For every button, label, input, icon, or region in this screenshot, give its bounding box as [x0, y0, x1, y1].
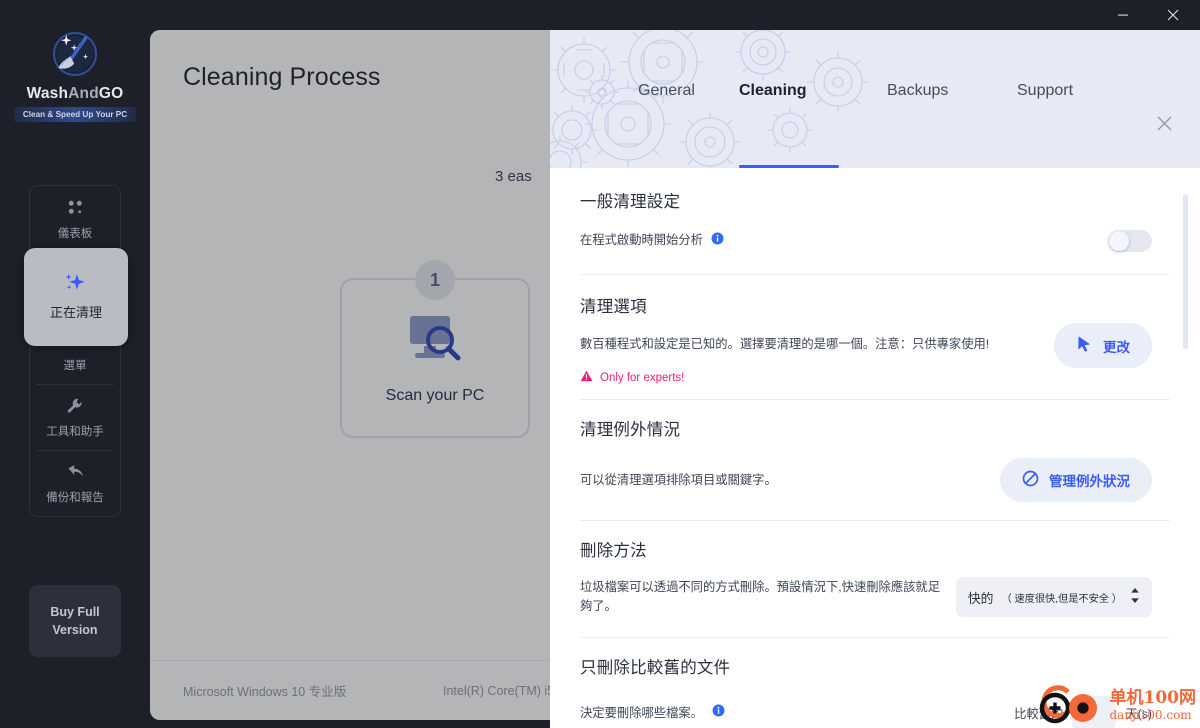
select-value-note: （ 速度很快,但是不安全 ）: [1001, 593, 1122, 605]
buy-button-line2: Version: [52, 623, 98, 637]
close-icon: [1167, 9, 1179, 21]
experts-warning: Only for experts!: [580, 370, 989, 385]
wrench-icon: [66, 396, 84, 416]
section-description: 在程式啟動時開始分析: [580, 233, 703, 248]
danji100-logo-icon: [1039, 685, 1097, 724]
buy-button-line1: Buy Full: [50, 604, 100, 619]
settings-dialog: General Cleaning Backups Support 一般清理設定 …: [550, 30, 1200, 728]
start-analysis-on-launch-toggle[interactable]: [1108, 230, 1152, 252]
sparkle-icon: [63, 273, 89, 293]
section-cleaning-exceptions: 清理例外情況 可以從清理選項排除項目或關鍵字。 管理例外狀況: [550, 400, 1200, 503]
tab-general[interactable]: General: [638, 82, 695, 116]
deletion-method-select[interactable]: 快的 （ 速度很快,但是不安全 ）: [955, 577, 1152, 618]
cursor-pointer-icon: [1076, 335, 1093, 356]
close-settings-button[interactable]: [1155, 114, 1174, 138]
sidebar-item-label: 工具和助手: [46, 425, 104, 438]
sidebar-item-label: 正在清理: [49, 305, 102, 320]
title-bar: [0, 0, 1200, 30]
info-icon[interactable]: [711, 232, 724, 250]
dashboard-grid-icon: [67, 198, 84, 218]
logo-wordmark: WashAndGO: [27, 85, 124, 103]
sidebar-item-label: 儀表板: [57, 227, 93, 240]
section-general-cleaning-settings: 一般清理設定 在程式啟動時開始分析: [550, 168, 1200, 254]
spinner-updown-icon[interactable]: [1130, 587, 1140, 607]
close-window-button[interactable]: [1150, 0, 1196, 30]
section-description: 垃圾檔案可以透過不同的方式刪除。預設情況下,快速刪除應該就足夠了。: [580, 580, 941, 614]
select-value: 快的: [967, 590, 994, 606]
settings-scrollbar-track[interactable]: [1183, 176, 1194, 716]
section-heading: 一般清理設定: [580, 193, 681, 211]
site-watermark: 单机100网 danji100.com: [1038, 684, 1197, 726]
settings-body: 一般清理設定 在程式啟動時開始分析 清理選項 數百種程式和設定是已知的。選擇要清…: [550, 168, 1200, 728]
sidebar-item-dashboard[interactable]: 儀表板: [30, 186, 120, 252]
undo-arrow-icon: [66, 462, 85, 482]
toggle-knob: [1109, 231, 1129, 251]
tab-backups[interactable]: Backups: [887, 82, 948, 116]
section-description: 數百種程式和設定是已知的。選擇要清理的是哪一個。注意：只供專家使用!: [580, 337, 990, 351]
section-description: 可以從清理選項排除項目或關鍵字。: [580, 472, 777, 487]
info-icon[interactable]: [712, 704, 725, 722]
watermark-text: 单机100网 danji100.com: [1109, 687, 1197, 722]
sidebar-item-cleaning[interactable]: 正在清理: [24, 248, 128, 346]
sidebar-item-tools[interactable]: 工具和助手: [30, 384, 120, 450]
section-heading: 只刪除比較舊的文件: [580, 659, 731, 678]
logo-tagline: Clean & Speed Up Your PC: [13, 107, 137, 122]
section-description: 決定要刪除哪些檔案。: [580, 705, 703, 720]
change-cleaning-options-button[interactable]: 更改: [1054, 323, 1152, 368]
minimize-icon: [1118, 14, 1128, 16]
settings-scrollbar-thumb[interactable]: [1183, 194, 1188, 349]
watermark-line2: danji100.com: [1109, 707, 1192, 722]
section-deletion-method: 刪除方法 垃圾檔案可以透過不同的方式刪除。預設情況下,快速刪除應該就足夠了。 快…: [550, 521, 1200, 618]
settings-tabs: General Cleaning Backups Support: [550, 30, 1200, 168]
button-label: 更改: [1103, 339, 1130, 355]
tab-support[interactable]: Support: [1017, 82, 1073, 116]
buy-full-version-button[interactable]: Buy Full Version: [29, 585, 121, 657]
settings-header: General Cleaning Backups Support: [550, 30, 1200, 168]
section-heading: 清理例外情況: [580, 421, 681, 440]
tab-cleaning[interactable]: Cleaning: [739, 82, 807, 116]
section-heading: 刪除方法: [580, 542, 647, 561]
minimize-button[interactable]: [1100, 0, 1146, 30]
close-icon: [1157, 116, 1172, 131]
logo-word-go: GO: [98, 85, 124, 102]
sidebar-item-backups[interactable]: 備份和報告: [30, 450, 120, 516]
sidebar-item-label: 選單: [63, 359, 87, 372]
logo-word-and: And: [68, 85, 99, 102]
sidebar-item-label: 備份和報告: [46, 491, 104, 504]
section-cleaning-options: 清理選項 數百種程式和設定是已知的。選擇要清理的是哪一個。注意：只供專家使用!: [550, 275, 1200, 385]
application-window: WashAndGO Clean & Speed Up Your PC 儀表板 .: [0, 0, 1200, 728]
warning-triangle-icon: [580, 370, 593, 385]
no-entry-icon: [1022, 470, 1039, 490]
button-label: 管理例外狀況: [1049, 474, 1130, 490]
sidebar: WashAndGO Clean & Speed Up Your PC 儀表板 .: [0, 0, 150, 728]
section-heading: 清理選項: [580, 298, 647, 316]
watermark-line1: 单机100网: [1109, 687, 1197, 708]
sidebar-nav: 儀表板 . 選單 工具和助手: [24, 185, 128, 517]
broom-sparkle-logo-icon: [52, 31, 98, 77]
app-logo: WashAndGO Clean & Speed Up Your PC: [0, 26, 150, 122]
manage-exceptions-button[interactable]: 管理例外狀況: [1000, 458, 1152, 503]
warning-text: Only for experts!: [600, 371, 685, 384]
logo-word-wash: Wash: [26, 85, 69, 102]
